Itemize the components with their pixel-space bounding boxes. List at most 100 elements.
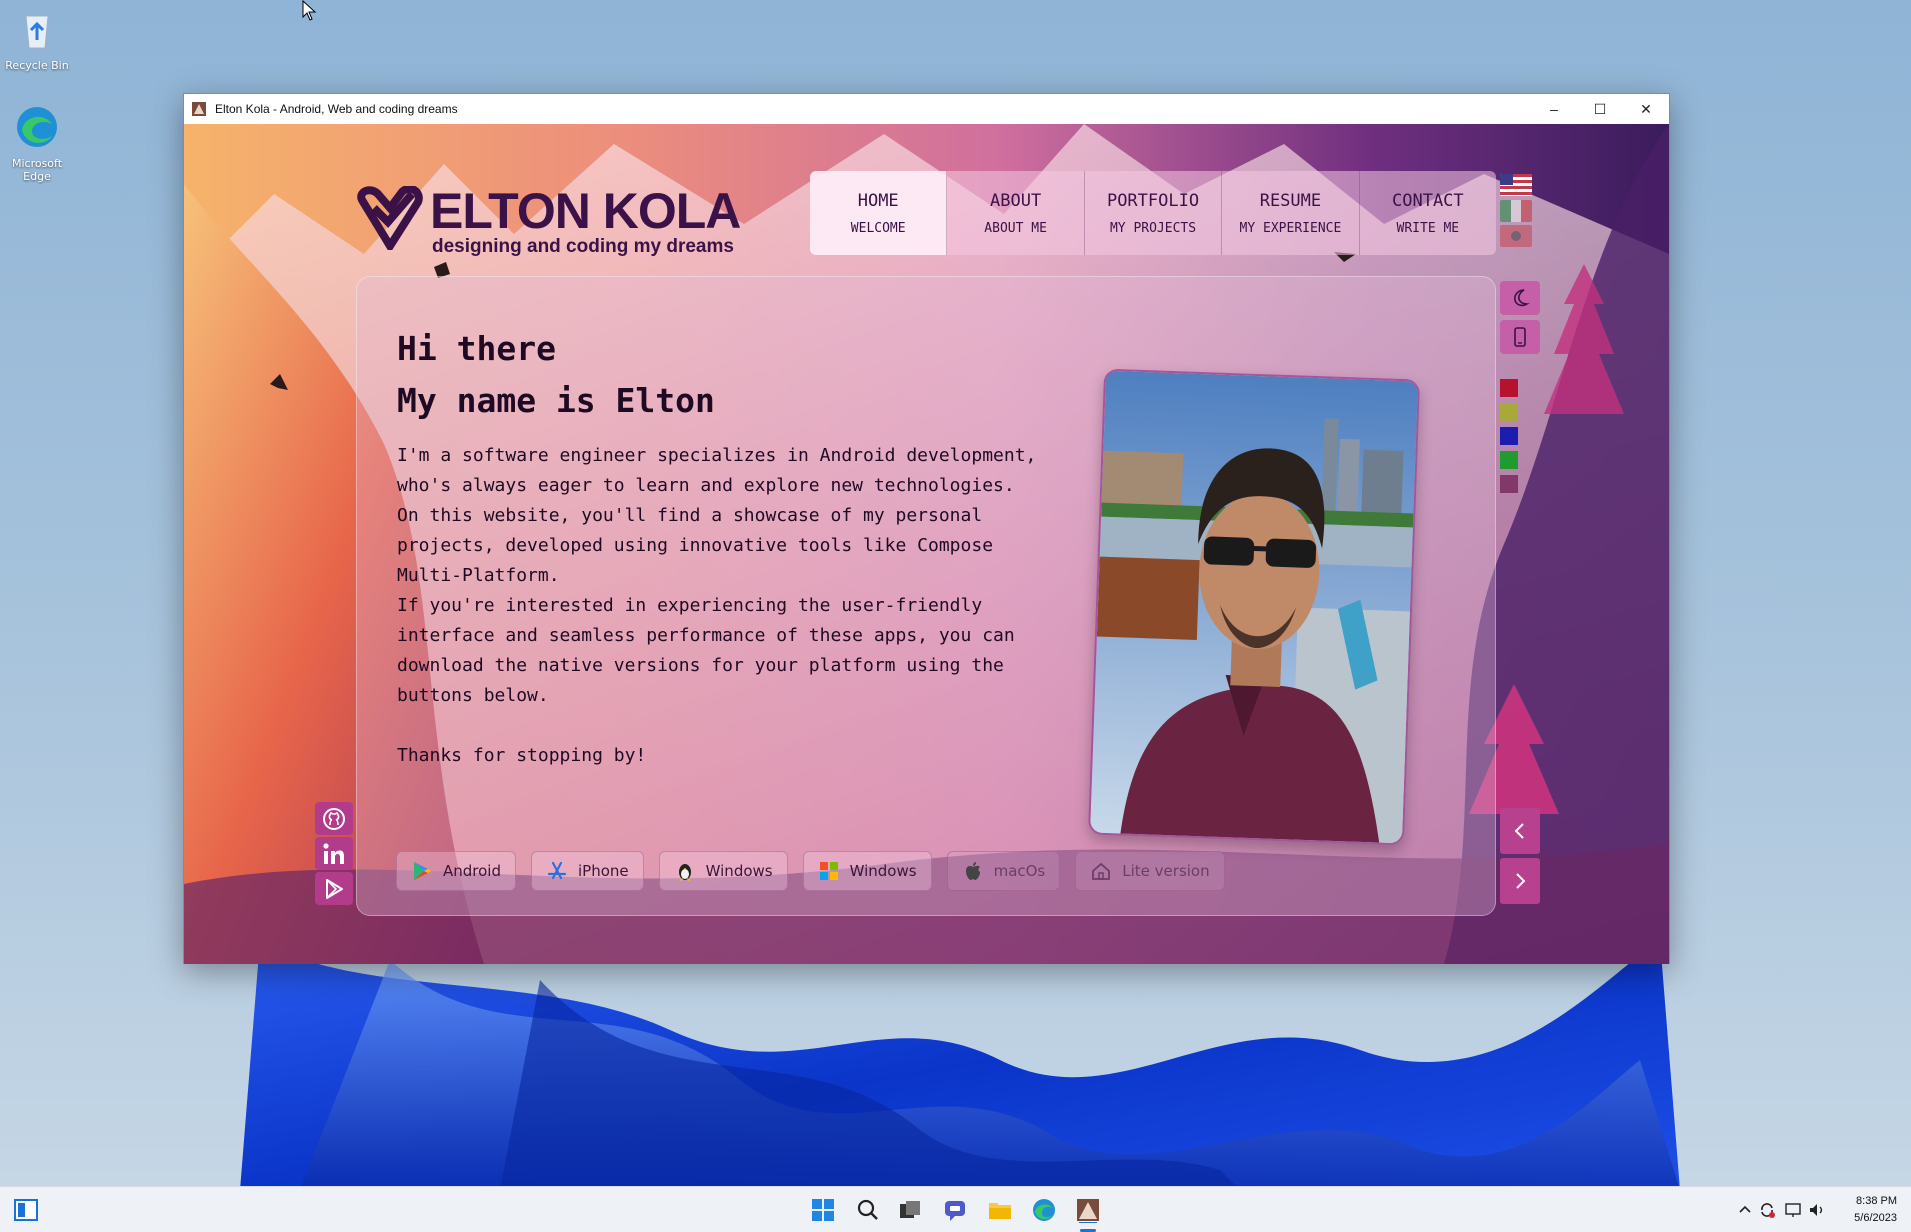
previous-page-button[interactable] xyxy=(1500,808,1540,854)
nav-sublabel: ABOUT ME xyxy=(984,220,1047,236)
app-store-icon xyxy=(547,861,567,880)
network-icon[interactable] xyxy=(1784,1201,1802,1219)
file-explorer-icon[interactable] xyxy=(987,1197,1013,1223)
al-flag-icon[interactable] xyxy=(1500,225,1532,247)
us-flag-icon[interactable] xyxy=(1500,174,1532,196)
moon-icon xyxy=(1514,289,1530,307)
volume-icon[interactable] xyxy=(1808,1201,1826,1219)
nav-sublabel: MY PROJECTS xyxy=(1109,220,1197,236)
download-android-button[interactable]: Android xyxy=(396,851,516,891)
theme-swatch-green[interactable] xyxy=(1500,451,1518,469)
nav-label: RESUME xyxy=(1259,190,1322,211)
elton-app-taskbar-icon[interactable] xyxy=(1075,1197,1101,1223)
linux-tux-icon xyxy=(678,864,691,881)
download-label: Android xyxy=(443,862,501,880)
close-button[interactable]: ✕ xyxy=(1623,94,1669,124)
window-title: Elton Kola - Android, Web and coding dre… xyxy=(215,102,458,116)
recycle-bin-icon xyxy=(25,15,49,49)
github-button[interactable] xyxy=(315,802,353,835)
maximize-button[interactable]: ☐ xyxy=(1577,94,1623,124)
nav-label: CONTACT xyxy=(1392,190,1464,211)
windows-logo-icon xyxy=(819,862,838,880)
edge-taskbar-icon[interactable] xyxy=(1031,1197,1057,1223)
home-icon xyxy=(1092,862,1111,880)
desktop-recycle-bin[interactable]: Recycle Bin xyxy=(0,6,74,72)
window-titlebar[interactable]: Elton Kola - Android, Web and coding dre… xyxy=(184,94,1669,124)
linkedin-button[interactable] xyxy=(315,837,353,870)
google-play-icon xyxy=(326,878,343,899)
widgets-icon[interactable] xyxy=(13,1197,39,1223)
heart-check-logo-icon xyxy=(357,186,423,250)
github-icon xyxy=(323,807,345,830)
download-label: Windows xyxy=(849,862,917,880)
next-page-button[interactable] xyxy=(1500,858,1540,904)
it-flag-icon[interactable] xyxy=(1500,200,1532,222)
logo-name: ELTON KOLA xyxy=(430,183,741,239)
nav-label: ABOUT xyxy=(990,190,1042,211)
nav-item-resume[interactable]: RESUME MY EXPERIENCE xyxy=(1222,171,1360,255)
nav-sublabel: WRITE ME xyxy=(1396,220,1460,236)
chat-icon[interactable] xyxy=(942,1197,968,1223)
nav-label: PORTFOLIO xyxy=(1106,190,1200,211)
download-label: iPhone xyxy=(578,862,629,880)
system-clock[interactable]: 8:38 PM 5/6/2023 xyxy=(1854,1193,1897,1227)
browser-app-window: Elton Kola - Android, Web and coding dre… xyxy=(183,93,1670,964)
theme-swatch-red[interactable] xyxy=(1500,379,1518,397)
bio-paragraph: I'm a software engineer specializes in A… xyxy=(397,445,1037,496)
windows-taskbar: 8:38 PM 5/6/2023 xyxy=(0,1186,1911,1232)
chevron-left-icon xyxy=(1514,823,1524,839)
nav-sublabel: MY EXPERIENCE xyxy=(1239,220,1342,236)
bio-text: I'm a software engineer specializes in A… xyxy=(397,441,1037,771)
logo-tagline: designing and coding my dreams xyxy=(432,236,734,257)
nav-sublabel: WELCOME xyxy=(850,220,906,236)
google-play-link-button[interactable] xyxy=(315,872,353,905)
download-buttons: Android iPhone Windows Windows macOs Lit… xyxy=(396,851,1225,891)
mouse-cursor-icon xyxy=(302,0,317,21)
chevron-up-icon[interactable] xyxy=(1736,1201,1754,1219)
task-view-icon[interactable] xyxy=(897,1197,923,1223)
clock-date: 5/6/2023 xyxy=(1854,1212,1897,1224)
linkedin-icon xyxy=(323,842,344,864)
nav-item-portfolio[interactable]: PORTFOLIO MY PROJECTS xyxy=(1085,171,1223,255)
minimize-button[interactable]: – xyxy=(1531,94,1577,124)
website-page: ELTON KOLA designing and coding my dream… xyxy=(184,124,1669,964)
greeting-heading: Hi there xyxy=(397,329,556,368)
bio-paragraph: If you're interested in experiencing the… xyxy=(397,595,1015,706)
mobile-view-toggle[interactable] xyxy=(1500,320,1540,354)
app-window-icon xyxy=(192,102,206,116)
wallpaper-bloom xyxy=(240,940,1680,1190)
chevron-right-icon xyxy=(1516,873,1526,889)
desktop-icon-label: Recycle Bin xyxy=(5,59,69,72)
dark-mode-toggle[interactable] xyxy=(1500,281,1540,315)
theme-swatch-olive[interactable] xyxy=(1500,403,1518,421)
download-label: Windows xyxy=(705,862,773,880)
download-linux-button[interactable]: Windows xyxy=(658,851,788,891)
theme-swatch-plum[interactable] xyxy=(1500,475,1518,493)
profile-photo xyxy=(1087,368,1421,846)
desktop-icon-label: Microsoft Edge xyxy=(11,157,63,183)
name-heading: My name is Elton xyxy=(397,381,715,420)
phone-icon xyxy=(1514,327,1526,347)
profile-photo-illustration xyxy=(1089,370,1421,846)
clock-time: 8:38 PM xyxy=(1856,1195,1897,1207)
thanks-text: Thanks for stopping by! xyxy=(397,745,647,766)
apple-icon xyxy=(965,862,980,880)
theme-swatch-blue[interactable] xyxy=(1500,427,1518,445)
main-navigation: HOME WELCOME ABOUT ABOUT ME PORTFOLIO MY… xyxy=(810,171,1496,255)
lite-version-button[interactable]: Lite version xyxy=(1075,851,1225,891)
sync-icon[interactable] xyxy=(1758,1201,1776,1219)
nav-item-contact[interactable]: CONTACT WRITE ME xyxy=(1360,171,1496,255)
edge-icon xyxy=(17,107,57,147)
nav-item-home[interactable]: HOME WELCOME xyxy=(810,171,948,255)
google-play-icon xyxy=(414,862,431,880)
start-windows-icon[interactable] xyxy=(810,1197,836,1223)
search-icon[interactable] xyxy=(855,1197,881,1223)
nav-item-about[interactable]: ABOUT ABOUT ME xyxy=(947,171,1085,255)
nav-label: HOME xyxy=(857,190,899,211)
desktop-edge[interactable]: Microsoft Edge xyxy=(0,104,74,183)
download-iphone-button[interactable]: iPhone xyxy=(531,851,644,891)
download-windows-button[interactable]: Windows xyxy=(802,851,932,891)
download-label: macOs xyxy=(993,862,1046,880)
download-label: Lite version xyxy=(1122,862,1210,880)
download-macos-button[interactable]: macOs xyxy=(946,851,1061,891)
